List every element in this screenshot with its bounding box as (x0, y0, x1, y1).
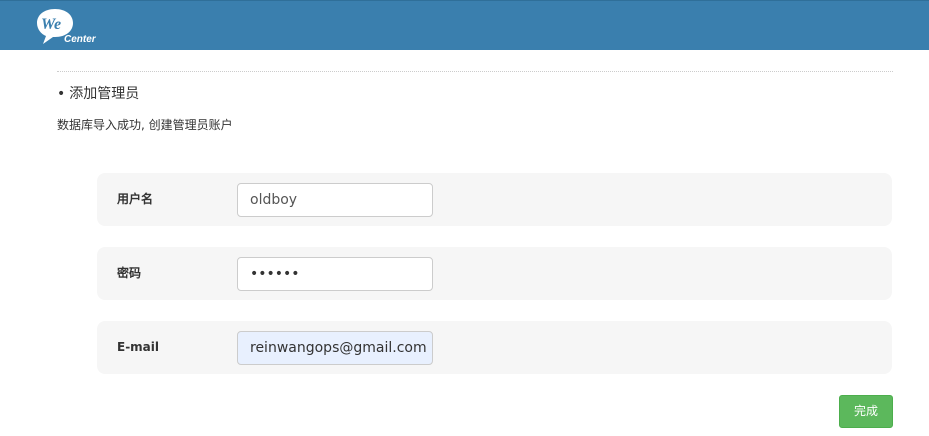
section-divider (57, 71, 893, 72)
email-input[interactable]: reinwangops@gmail.com (237, 331, 433, 365)
email-label: E-mail (117, 340, 160, 354)
finish-button[interactable]: 完成 (839, 395, 893, 428)
username-row: 用户名 oldboy (97, 173, 892, 226)
top-header-bar: We Center (0, 0, 929, 50)
password-label: 密码 (117, 266, 142, 280)
username-label: 用户名 (117, 192, 154, 206)
speech-bubble-logo-icon: We Center (37, 9, 97, 45)
wecenter-logo[interactable]: We Center (36, 7, 100, 47)
section-title-text: 添加管理员 (69, 86, 140, 102)
email-row: E-mail reinwangops@gmail.com (97, 321, 892, 374)
password-input[interactable]: •••••• (237, 257, 433, 291)
logo-center-text: Center (64, 34, 97, 45)
bullet-icon: • (57, 86, 66, 102)
logo-we-text: We (41, 16, 61, 33)
password-row: 密码 •••••• (97, 247, 892, 300)
section-heading: • 添加管理员 (57, 83, 139, 103)
username-input[interactable]: oldboy (237, 183, 433, 217)
section-subtitle: 数据库导入成功, 创建管理员账户 (57, 118, 233, 132)
